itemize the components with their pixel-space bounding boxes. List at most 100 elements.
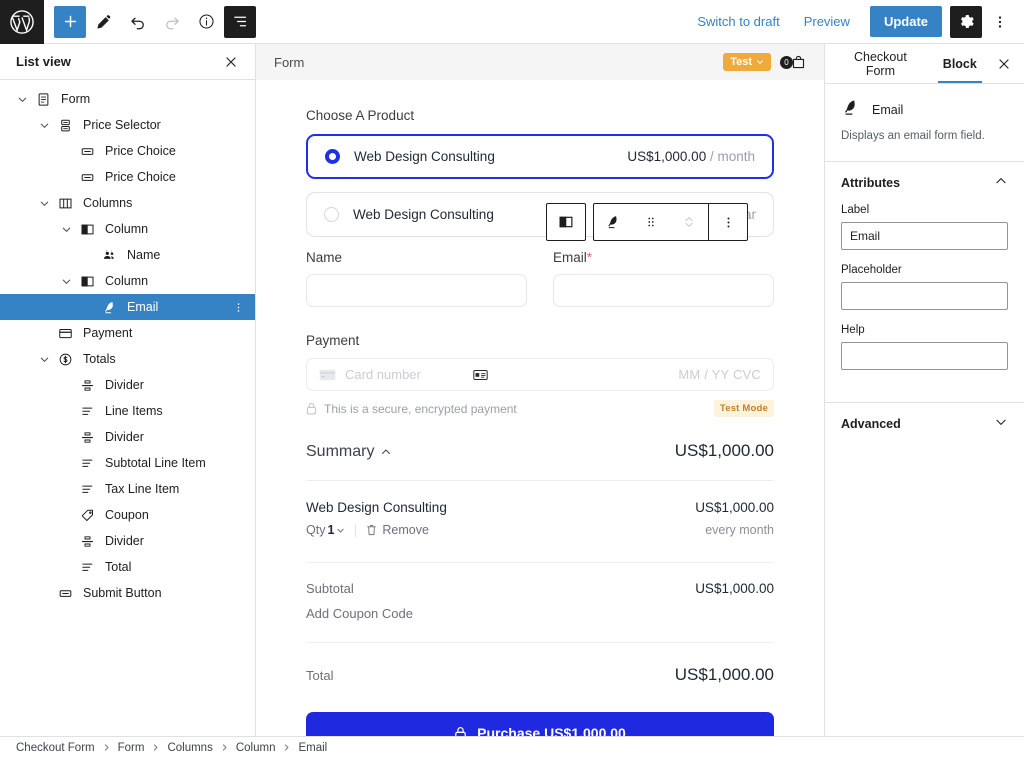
radio-unselected-icon[interactable] [324, 207, 339, 222]
email-label-text: Email [553, 250, 587, 265]
switch-to-draft-button[interactable]: Switch to draft [685, 8, 791, 35]
list-view-item-total[interactable]: Total [0, 554, 255, 580]
quantity-stepper[interactable]: Qty 1 [306, 523, 345, 537]
list-view-item-coupon[interactable]: Coupon [0, 502, 255, 528]
placeholder-control-label: Placeholder [841, 264, 1008, 276]
list-view-panel: List view Form Price Selector Price Choice… [0, 44, 256, 736]
details-info-button[interactable] [190, 6, 222, 38]
chevron-down-icon[interactable] [34, 349, 54, 369]
top-bar-left-tools [44, 6, 256, 38]
lock-icon [306, 402, 317, 415]
attributes-panel-toggle[interactable]: Attributes [825, 162, 1024, 204]
breadcrumb-item-columns[interactable]: Columns [167, 742, 212, 754]
payment-section-label: Payment [306, 333, 774, 348]
list-view-item-divider[interactable]: Divider [0, 372, 255, 398]
list-view-item-divider[interactable]: Divider [0, 424, 255, 450]
wordpress-logo-icon[interactable] [0, 0, 44, 44]
preview-button[interactable]: Preview [792, 8, 862, 35]
list-view-item-label: Payment [76, 326, 132, 340]
move-up-down-icon[interactable] [670, 204, 708, 240]
chevron-down-icon[interactable] [12, 89, 32, 109]
list-view-item-totals[interactable]: Totals [0, 346, 255, 372]
tab-checkout-form[interactable]: Checkout Form [829, 44, 932, 83]
price-choice-option-1[interactable]: Web Design Consulting US$1,000.00 / mont… [306, 134, 774, 179]
edit-tool-button[interactable] [88, 6, 120, 38]
gear-icon[interactable] [950, 6, 982, 38]
form-block-header[interactable]: Form Test 0 [256, 44, 824, 80]
list-view-button[interactable] [224, 6, 256, 38]
line-item-name: Web Design Consulting [306, 500, 447, 515]
lock-icon [454, 726, 467, 737]
list-view-item-columns[interactable]: Columns [0, 190, 255, 216]
undo-button[interactable] [122, 6, 154, 38]
drag-handle-icon[interactable] [632, 204, 670, 240]
cart-button[interactable]: 0 [780, 55, 806, 70]
name-input[interactable] [306, 274, 527, 307]
advanced-panel-toggle[interactable]: Advanced [825, 403, 1024, 445]
list-view-item-subtotal-line-item[interactable]: Subtotal Line Item [0, 450, 255, 476]
more-options-kebab-icon[interactable] [984, 6, 1016, 38]
list-view-item-divider[interactable]: Divider [0, 528, 255, 554]
list-view-item-tax-line-item[interactable]: Tax Line Item [0, 476, 255, 502]
list-view-item-email[interactable]: Email [0, 294, 255, 320]
product-price-amount: US$1,000.00 [627, 149, 706, 164]
label-input[interactable] [841, 222, 1008, 250]
list-view-item-form[interactable]: Form [0, 86, 255, 112]
list-view-item-label: Divider [98, 430, 144, 444]
list-view-item-price-choice[interactable]: Price Choice [0, 164, 255, 190]
summary-toggle[interactable]: Summary [306, 443, 392, 461]
breadcrumb-item-form[interactable]: Form [118, 742, 145, 754]
email-input[interactable] [553, 274, 774, 307]
list-view-item-name[interactable]: Name [0, 242, 255, 268]
add-coupon-code-link[interactable]: Add Coupon Code [306, 606, 774, 621]
breadcrumb-item-column[interactable]: Column [236, 742, 276, 754]
breadcrumb-item-checkout-form[interactable]: Checkout Form [16, 742, 95, 754]
line-items-icon [76, 453, 98, 473]
breadcrumb-item-email[interactable]: Email [298, 742, 327, 754]
add-block-button[interactable] [54, 6, 86, 38]
block-options-kebab-icon[interactable] [709, 204, 747, 240]
email-field-icon[interactable] [594, 204, 632, 240]
tab-block[interactable]: Block [932, 44, 988, 83]
list-view-item-label: Totals [76, 352, 116, 366]
list-view-item-label: Divider [98, 534, 144, 548]
list-view-item-payment[interactable]: Payment [0, 320, 255, 346]
list-view-item-price-selector[interactable]: Price Selector [0, 112, 255, 138]
form-header-controls: Test 0 [723, 53, 806, 71]
purchase-button[interactable]: Purchase US$1,000.00 [306, 712, 774, 736]
totals-divider [306, 642, 774, 643]
list-view-item-label: Price Selector [76, 118, 161, 132]
list-view-item-column[interactable]: Column [0, 268, 255, 294]
form-block-icon [32, 89, 54, 109]
email-field-group: Email* [553, 250, 774, 307]
chevron-down-icon[interactable] [56, 219, 76, 239]
chevron-down-icon[interactable] [34, 193, 54, 213]
chevron-down-icon[interactable] [56, 271, 76, 291]
list-view-item-label: Price Choice [98, 170, 176, 184]
close-icon[interactable] [219, 50, 243, 74]
update-button[interactable]: Update [870, 6, 942, 37]
columns-icon [54, 193, 76, 213]
list-view-item-line-items[interactable]: Line Items [0, 398, 255, 424]
column-icon[interactable] [547, 204, 585, 240]
chevron-down-icon[interactable] [34, 115, 54, 135]
radio-selected-icon[interactable] [325, 149, 340, 164]
placeholder-input[interactable] [841, 282, 1008, 310]
test-mode-dropdown[interactable]: Test [723, 53, 771, 71]
remove-line-item-button[interactable]: Remove [366, 523, 429, 537]
price-choice-icon [76, 167, 98, 187]
card-number-input[interactable]: Card number MM / YY CVC [306, 358, 774, 391]
subtotal-value: US$1,000.00 [695, 581, 774, 596]
list-view-header: List view [0, 44, 255, 80]
list-view-item-submit-button[interactable]: Submit Button [0, 580, 255, 606]
list-view-item-column[interactable]: Column [0, 216, 255, 242]
list-view-item-options-kebab-icon[interactable] [229, 298, 247, 316]
help-input[interactable] [841, 342, 1008, 370]
list-view-item-price-choice[interactable]: Price Choice [0, 138, 255, 164]
column-icon [76, 271, 98, 291]
price-choice-icon [76, 141, 98, 161]
form-block-title: Form [274, 55, 304, 70]
redo-button[interactable] [156, 6, 188, 38]
customer-fields-row: Name Email* [306, 250, 774, 307]
close-icon[interactable] [988, 44, 1020, 83]
